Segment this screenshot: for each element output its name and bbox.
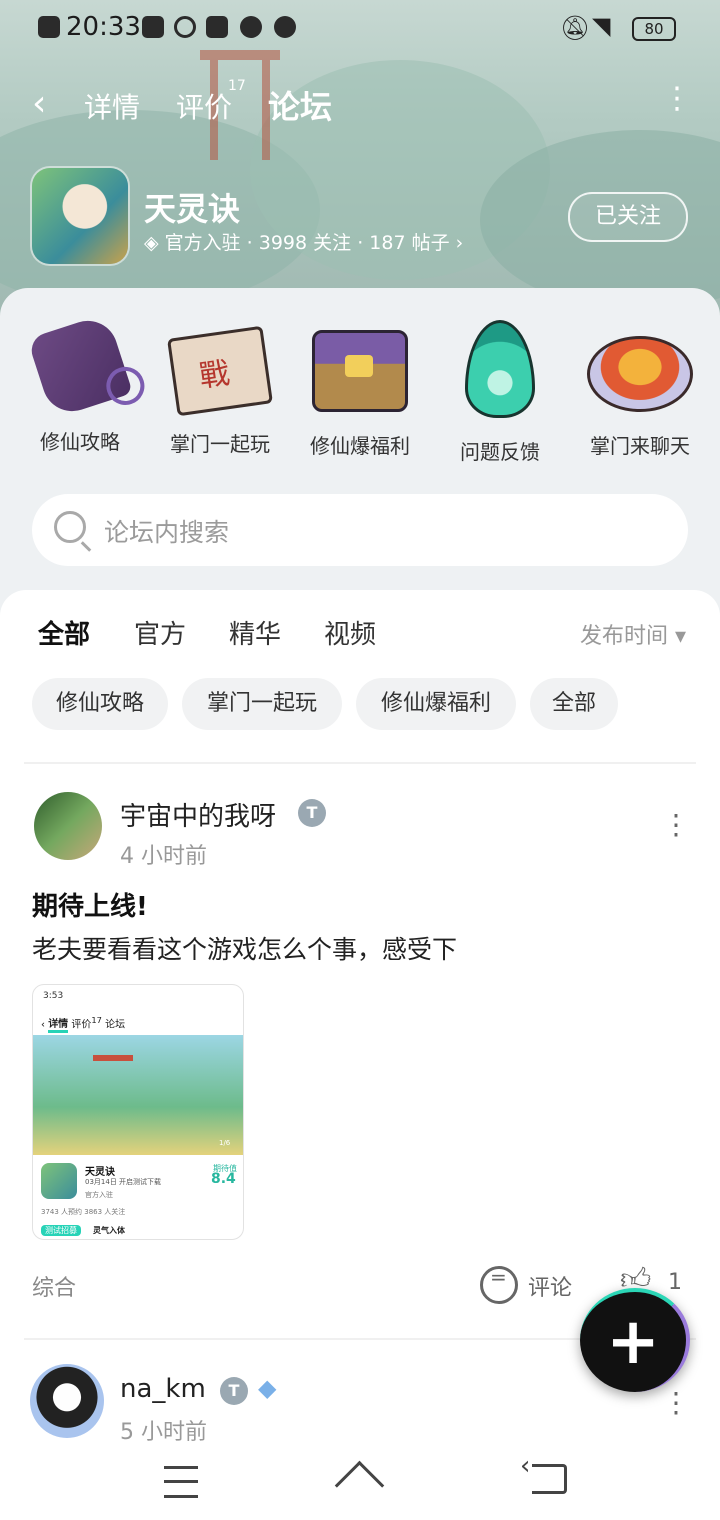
back-icon[interactable] [520,1451,567,1494]
category-item[interactable]: 掌门一起玩 [150,310,290,457]
clock-icon [274,16,296,38]
level-badge-icon: T [220,1377,248,1405]
thumb-date-line: 03月14日 开启测试下载 [85,1178,162,1186]
feed-tab-official[interactable]: 官方 [134,614,186,651]
spirit-flame-icon [465,320,535,418]
thumb-tab: 论坛 [105,1019,126,1031]
diamond-icon: ◈ [144,232,159,254]
thumb-tab: 详情 [48,1019,69,1034]
back-arrow-icon[interactable]: ‹ [32,82,46,126]
post-time: 5 小时前 [120,1420,207,1445]
post-more-icon[interactable]: ⋮ [662,1389,690,1417]
top-navigation: ‹ 详情 评价 17 论坛 ⋮ [0,78,720,134]
post-category-tag[interactable]: 综合 [32,1270,76,1302]
category-item[interactable]: 掌门来聊天 [570,310,710,459]
feed-tab-label: 全部 [38,620,91,650]
post-title[interactable]: 期待上线! [32,886,148,923]
divider [24,762,696,764]
thumb-tab: 评价 [71,1019,92,1031]
tab-details[interactable]: 详情 [84,86,140,126]
tab-forum-label: 论坛 [268,88,333,126]
plus-icon: + [606,1305,660,1379]
filter-chip[interactable]: 修仙攻略 [32,678,168,730]
category-label: 修仙爆福利 [310,434,410,458]
app-notification-icon [174,16,196,38]
app-notification-icon [206,16,228,38]
filter-chip[interactable]: 修仙爆福利 [356,678,516,730]
post-author[interactable]: 宇宙中的我呀 [120,796,276,833]
thumb-app-icon [41,1163,77,1199]
filter-chip[interactable]: 全部 [530,678,618,730]
thumb-app-name: 天灵诀 [85,1167,115,1178]
comment-icon[interactable] [480,1265,518,1304]
battle-scroll-icon [167,325,273,417]
app-icon[interactable] [32,168,128,264]
status-bar: 20:33 🔕︎ ◥ 80 [0,0,720,58]
thumb-banner [33,1035,243,1155]
scroll-case-icon [27,313,133,419]
category-label: 掌门一起玩 [170,432,270,456]
treasure-chest-icon [312,330,408,412]
avatar[interactable] [30,1364,104,1438]
category-item[interactable]: 修仙爆福利 [290,310,430,459]
thumb-tag-text: 灵气入体 [93,1226,125,1235]
review-count-badge: 17 [228,78,246,94]
thumb-tab-badge: 17 [91,1015,102,1025]
battery-indicator: 80 [632,17,676,41]
thumb-official: 官方入驻 [85,1191,113,1199]
thumb-tag: 测试招募 [41,1225,81,1236]
system-navigation-bar [0,1444,720,1520]
feed-tab-featured[interactable]: 精华 [229,614,281,651]
app-name: 天灵诀 [144,190,241,228]
follow-post-counts: · 3998 关注 · 187 帖子 › [240,232,464,254]
post-body[interactable]: 老夫要看看这个游戏怎么个事，感受下 [32,930,457,966]
home-icon[interactable] [336,1458,384,1494]
avatar[interactable] [34,792,102,860]
tab-forum[interactable]: 论坛 [268,82,334,132]
feast-plate-icon [587,336,693,412]
level-badge-icon: T [298,799,326,827]
thumb-score-value: 8.4 [211,1171,236,1187]
thumb-nav: ‹ 详情 评价17 论坛 [41,1015,126,1034]
search-placeholder: 论坛内搜索 [104,518,230,547]
post-time: 4 小时前 [120,844,207,869]
post-author[interactable]: na_km [120,1374,206,1404]
bell-off-icon: 🔕︎ [560,14,591,42]
more-options-icon[interactable]: ⋮ [662,84,692,114]
category-item[interactable]: 修仙攻略 [10,310,150,455]
like-count: 1 [668,1270,682,1295]
new-post-button[interactable]: + [580,1288,690,1392]
search-icon [54,511,86,543]
notification-icon [38,16,60,38]
tab-reviews[interactable]: 评价 [176,86,232,126]
app-meta[interactable]: ◈ 官方入驻 · 3998 关注 · 187 帖子 › [144,228,463,255]
category-label: 掌门来聊天 [590,434,690,458]
feed-tab-all[interactable]: 全部 [38,614,91,655]
comment-label[interactable]: 评论 [528,1270,572,1302]
wifi-icon: ◥ [592,12,611,40]
cloud-icon [240,16,262,38]
post-more-icon[interactable]: ⋮ [662,811,690,839]
follow-button[interactable]: 已关注 [568,192,688,242]
filter-chip[interactable]: 掌门一起玩 [182,678,342,730]
menu-icon[interactable] [164,1466,198,1498]
category-item[interactable]: 问题反馈 [430,310,570,465]
post-image-thumbnail[interactable]: 3:53 ‹ 详情 评价17 论坛 1/6 天灵诀 03月14日 开启测试下载 … [32,984,244,1240]
forum-search-bar[interactable]: 论坛内搜索 [32,494,688,566]
category-label: 问题反馈 [460,440,540,464]
thumb-stats: 3743 人预约 3863 人关注 [41,1208,126,1216]
feed-tab-video[interactable]: 视频 [324,614,376,651]
thumb-status-time: 3:53 [43,991,64,1001]
thumb-page-indicator: 1/6 [219,1139,231,1147]
app-notification-icon [142,16,164,38]
category-label: 修仙攻略 [40,430,120,454]
crystal-badge-icon: ◆ [258,1374,277,1402]
status-time: 20:33 [66,12,141,42]
sort-dropdown[interactable]: 发布时间 ▾ [580,618,686,650]
official-label: 官方入驻 [164,232,241,254]
category-row: 修仙攻略 掌门一起玩 修仙爆福利 问题反馈 掌门来聊天 [0,310,720,470]
